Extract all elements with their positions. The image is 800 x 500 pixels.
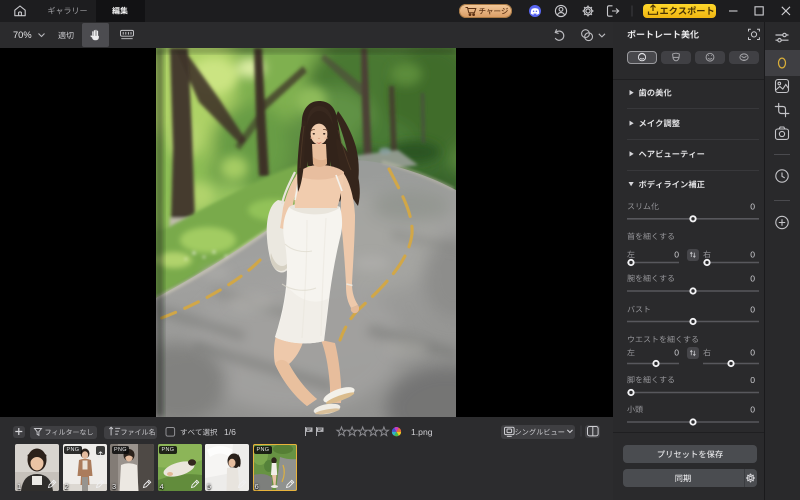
- svg-text:0: 0: [674, 348, 679, 358]
- svg-text:0: 0: [750, 202, 755, 212]
- svg-text:0: 0: [750, 404, 755, 414]
- svg-text:0: 0: [750, 249, 755, 259]
- svg-text:0: 0: [674, 249, 679, 259]
- svg-text:0: 0: [750, 375, 755, 385]
- svg-text:0: 0: [750, 273, 755, 283]
- svg-text:70%: 70%: [13, 30, 32, 40]
- svg-text:0: 0: [750, 348, 755, 358]
- svg-text:1/6: 1/6: [224, 427, 236, 437]
- svg-text:1.png: 1.png: [411, 427, 433, 437]
- svg-text:0: 0: [750, 304, 755, 314]
